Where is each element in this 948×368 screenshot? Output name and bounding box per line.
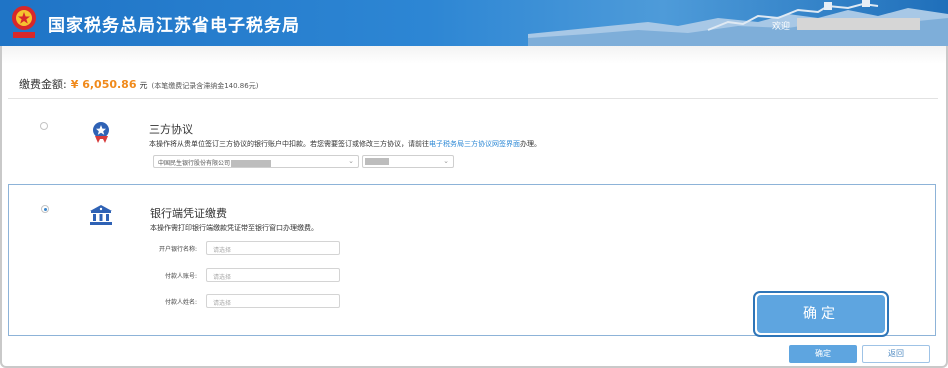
radio-tripartite[interactable] [40, 122, 48, 130]
bank-account-select[interactable]: 中国民生银行股份有限公司 ⌄ [153, 155, 359, 168]
shield-star-icon [93, 122, 109, 143]
redacted-account [231, 160, 272, 167]
tax-emblem-logo [12, 6, 36, 38]
site-title: 国家税务总局江苏省电子税务局 [48, 16, 300, 36]
option-bank-voucher-title: 银行端凭证缴费 [150, 207, 227, 220]
tripartite-online-link[interactable]: 电子税务局三方协议网签界面 [429, 140, 520, 148]
account-number-select[interactable]: ⌄ [362, 155, 454, 168]
desc-prefix: 本操作将从贵单位签订三方协议的银行账户中扣款。若您需要签订或修改三方协议，请前往 [149, 140, 429, 148]
site-header: 国家税务总局江苏省电子税务局 欢迎 [0, 0, 948, 46]
confirm-button[interactable]: 确定 [789, 345, 857, 363]
option-tripartite: 三方协议 本操作将从贵单位签订三方协议的银行账户中扣款。若您需要签订或修改三方协… [8, 100, 936, 182]
payer-account-input[interactable]: 请选择 [206, 268, 340, 282]
back-button[interactable]: 返回 [862, 345, 930, 363]
payer-name-input[interactable]: 请选择 [206, 294, 340, 308]
amount-value: ¥ 6,050.86 [70, 78, 137, 91]
divider [8, 98, 938, 99]
bank-name-input[interactable]: 请选择 [206, 241, 340, 255]
amount-unit: 元 [139, 81, 148, 90]
amount-label: 缴费金额: [19, 78, 67, 91]
bank-account-value: 中国民生银行股份有限公司 [158, 160, 231, 167]
payment-amount-row: 缴费金额: ¥ 6,050.86 元 (本笔缴费记录含滞纳金140.86元) [19, 76, 258, 92]
confirm-button-highlight[interactable]: 确定 [753, 291, 889, 337]
option-tripartite-desc: 本操作将从贵单位签订三方协议的银行账户中扣款。若您需要签订或修改三方协议，请前往… [149, 139, 541, 149]
chevron-down-icon: ⌄ [348, 157, 354, 165]
redacted-account-number [365, 158, 389, 165]
radio-bank-voucher[interactable] [41, 205, 49, 213]
option-bank-voucher-desc: 本操作需打印银行端缴款凭证带至银行窗口办理缴费。 [150, 224, 318, 232]
payer-name-label: 付款人姓名: [164, 299, 197, 306]
confirm-button-large-label: 确定 [757, 295, 885, 333]
option-tripartite-title: 三方协议 [149, 123, 193, 136]
welcome-label: 欢迎 [772, 22, 791, 32]
amount-note: (本笔缴费记录含滞纳金140.86元) [151, 82, 259, 90]
payer-account-label: 付款人账号: [164, 273, 197, 280]
bank-name-label: 开户银行名称: [158, 246, 197, 253]
welcome-username-redacted [797, 18, 920, 30]
chevron-down-icon: ⌄ [443, 157, 449, 165]
bank-icon [90, 205, 112, 225]
desc-suffix: 办理。 [520, 140, 541, 148]
